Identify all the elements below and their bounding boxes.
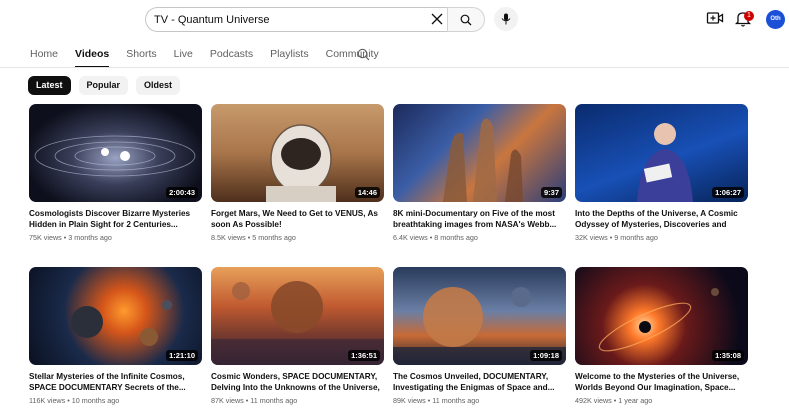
video-thumbnail[interactable]: 2:00:43 <box>29 104 202 202</box>
video-age: 8 months ago <box>434 233 478 242</box>
video-title[interactable]: 8K mini-Documentary on Five of the most … <box>393 208 566 230</box>
video-thumbnail[interactable]: 14:46 <box>211 104 384 202</box>
tab-playlists[interactable]: Playlists <box>270 46 309 68</box>
voice-search-button[interactable] <box>494 7 518 31</box>
search-icon <box>460 14 472 25</box>
tabs-divider <box>0 67 789 68</box>
search-bar <box>145 7 485 32</box>
clear-search-icon[interactable] <box>430 12 444 26</box>
thumbnail-art <box>443 118 523 202</box>
tab-community[interactable]: Community <box>326 46 379 68</box>
tab-shorts[interactable]: Shorts <box>126 46 156 68</box>
video-age: 3 months ago <box>68 233 112 242</box>
video-thumbnail[interactable]: 1:09:18 <box>393 267 566 365</box>
tab-live[interactable]: Live <box>174 46 193 68</box>
tab-podcasts[interactable]: Podcasts <box>210 46 253 68</box>
video-meta: 87K views • 11 months ago <box>211 396 298 405</box>
channel-tabs: Home Videos Shorts Live Podcasts Playlis… <box>30 46 396 68</box>
video-views: 32K views <box>575 233 608 242</box>
video-views: 8.5K views <box>211 233 246 242</box>
video-duration: 14:46 <box>354 187 380 198</box>
video-title[interactable]: Forget Mars, We Need to Get to VENUS, As… <box>211 208 384 230</box>
video-title[interactable]: Into the Depths of the Universe, A Cosmi… <box>575 208 748 230</box>
video-title[interactable]: Cosmic Wonders, SPACE DOCUMENTARY, Delvi… <box>211 371 384 393</box>
video-views: 87K views <box>211 396 244 405</box>
video-meta: 32K views • 9 months ago <box>575 233 658 242</box>
video-duration: 1:36:51 <box>348 350 380 361</box>
chip-latest[interactable]: Latest <box>28 76 71 95</box>
video-title[interactable]: The Cosmos Unveiled, DOCUMENTARY, Invest… <box>393 371 566 393</box>
sort-chips: Latest Popular Oldest <box>28 76 188 95</box>
tab-videos[interactable]: Videos <box>75 46 110 68</box>
video-age: 11 months ago <box>250 396 298 405</box>
tab-home[interactable]: Home <box>30 46 58 68</box>
video-thumbnail[interactable]: 1:35:08 <box>575 267 748 365</box>
video-duration: 2:00:43 <box>166 187 198 198</box>
video-age: 10 months ago <box>71 396 120 405</box>
video-meta: 89K views • 11 months ago <box>393 396 480 405</box>
video-duration: 1:09:18 <box>530 350 562 361</box>
channel-search-icon[interactable] <box>357 48 370 61</box>
video-meta: 8.5K views • 5 months ago <box>211 233 296 242</box>
video-duration: 1:35:08 <box>712 350 744 361</box>
video-card[interactable]: 1:09:18 The Cosmos Unveiled, DOCUMENTARY… <box>393 267 566 405</box>
chip-popular[interactable]: Popular <box>78 76 129 95</box>
video-thumbnail[interactable]: 9:37 <box>393 104 566 202</box>
video-meta: 492K views • 1 year ago <box>575 396 653 405</box>
avatar[interactable]: Oth <box>766 10 785 29</box>
video-age: 9 months ago <box>614 233 658 242</box>
chip-oldest[interactable]: Oldest <box>136 76 181 95</box>
video-views: 89K views <box>393 396 426 405</box>
video-card[interactable]: 1:21:10 Stellar Mysteries of the Infinit… <box>29 267 202 405</box>
video-title[interactable]: Stellar Mysteries of the Infinite Cosmos… <box>29 371 202 393</box>
video-card[interactable]: 9:37 8K mini-Documentary on Five of the … <box>393 104 566 242</box>
search-button[interactable] <box>447 7 485 32</box>
video-views: 75K views <box>29 233 62 242</box>
video-age: 11 months ago <box>432 396 480 405</box>
create-video-icon[interactable] <box>706 9 724 27</box>
video-card[interactable]: 1:06:27 Into the Depths of the Universe,… <box>575 104 748 242</box>
video-title[interactable]: Welcome to the Mysteries of the Universe… <box>575 371 748 393</box>
video-card[interactable]: 1:36:51 Cosmic Wonders, SPACE DOCUMENTAR… <box>211 267 384 405</box>
video-views: 492K views <box>575 396 612 405</box>
video-card[interactable]: 2:00:43 Cosmologists Discover Bizarre My… <box>29 104 202 242</box>
video-meta: 75K views • 3 months ago <box>29 233 112 242</box>
video-meta: 116K views • 10 months ago <box>29 396 120 405</box>
video-age: 1 year ago <box>618 396 653 405</box>
video-duration: 1:21:10 <box>166 350 198 361</box>
microphone-icon <box>501 13 511 25</box>
video-thumbnail[interactable]: 1:06:27 <box>575 104 748 202</box>
video-age: 5 months ago <box>252 233 296 242</box>
video-duration: 1:06:27 <box>712 187 744 198</box>
video-views: 6.4K views <box>393 233 428 242</box>
video-thumbnail[interactable]: 1:21:10 <box>29 267 202 365</box>
video-title[interactable]: Cosmologists Discover Bizarre Mysteries … <box>29 208 202 230</box>
video-duration: 9:37 <box>540 187 562 198</box>
search-input[interactable] <box>145 7 447 32</box>
video-thumbnail[interactable]: 1:36:51 <box>211 267 384 365</box>
video-card[interactable]: 14:46 Forget Mars, We Need to Get to VEN… <box>211 104 384 242</box>
notification-badge: 1 <box>744 11 754 21</box>
video-views: 116K views <box>29 396 66 405</box>
video-card[interactable]: 1:35:08 Welcome to the Mysteries of the … <box>575 267 748 405</box>
video-meta: 6.4K views • 8 months ago <box>393 233 478 242</box>
